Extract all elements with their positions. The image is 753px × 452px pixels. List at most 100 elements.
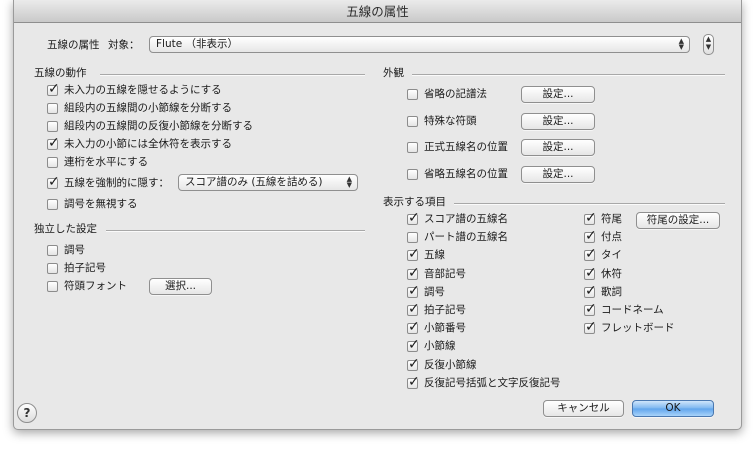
display-item-right-4-label: 歌詞 [601,285,622,298]
display-item-left-1-checkbox[interactable] [407,232,418,244]
appearance-option-1-label: 特殊な符頭 [424,115,477,127]
behavior-option-3-label: 未入力の小節には全休符を表示する [64,138,232,150]
force-hide-value: スコア譜のみ (五線を詰める) [185,176,323,188]
behavior-option-5-label: 五線を強制的に隠す： [64,177,169,189]
staff-attributes-label: 五線の属性 [47,39,100,51]
display-item-right-3-checkbox[interactable]: ✓ [584,265,597,281]
popup-arrows-icon: ▲ ▼ [678,37,684,51]
display-group-title: 表示する項目 [383,196,446,208]
independent-option-0-checkbox[interactable] [47,245,58,256]
appearance-option-0-label: 省略の記譜法 [424,88,487,100]
ok-button[interactable]: OK [632,400,714,417]
behavior-option-0-checkbox[interactable]: ✓ [47,81,60,97]
display-item-right-2-label: タイ [601,249,622,262]
target-staff-select[interactable]: Flute （非表示） ▲ ▼ [149,36,690,53]
checkmark-icon: ✓ [48,135,60,151]
display-item-left-5-checkbox[interactable]: ✓ [407,301,420,317]
independent-option-2-label: 符頭フォント [64,280,127,292]
stem-settings-button[interactable]: 符尾の設定... [636,212,720,229]
appearance-group-title: 外観 [383,67,404,79]
checkmark-icon: ✓ [585,319,597,336]
display-item-right-1-checkbox[interactable]: ✓ [584,228,597,244]
stepper-up-icon[interactable]: ▲ [704,35,713,43]
display-item-right-0-label: 符尾 [601,213,622,225]
behavior-option-2-label: 組段内の五線間の反復小節線を分断する [64,120,253,132]
display-item-left-8-checkbox[interactable]: ✓ [407,356,420,372]
display-item-left-6-checkbox[interactable]: ✓ [407,319,420,335]
behavior-option-2-checkbox[interactable] [47,121,58,132]
appearance-option-2-label: 正式五線名の位置 [424,141,508,153]
behavior-option-3-checkbox[interactable]: ✓ [47,135,60,151]
checkmark-icon: ✓ [585,246,597,263]
display-item-left-4-label: 調号 [424,285,445,298]
stepper-down-icon[interactable]: ▼ [704,43,713,51]
checkmark-icon: ✓ [48,174,60,190]
staff-attributes-dialog: 五線の属性 五線の属性 対象： Flute （非表示） ▲ ▼ ▲ ▼ 五線の動作… [13,0,742,430]
display-item-right-1-label: 付点 [601,231,622,244]
target-label: 対象： [108,39,140,51]
behavior-option-6-checkbox[interactable] [47,199,58,210]
checkmark-icon: ✓ [408,337,420,354]
display-item-right-0-checkbox[interactable]: ✓ [584,210,597,226]
independent-option-1-label: 拍子記号 [64,262,106,274]
display-item-left-2-checkbox[interactable]: ✓ [407,246,420,262]
independent-group-title: 独立した設定 [34,223,97,235]
force-hide-select[interactable]: スコア譜のみ (五線を詰める) ▲ ▼ [178,174,358,191]
display-divider [454,203,725,205]
checkmark-icon: ✓ [408,301,420,317]
display-item-right-4-checkbox[interactable]: ✓ [584,283,597,299]
checkmark-icon: ✓ [408,246,420,263]
independent-option-2-checkbox[interactable] [47,281,58,292]
checkmark-icon: ✓ [408,319,420,336]
appearance-option-3-checkbox[interactable] [407,169,418,180]
appearance-settings-button-1[interactable]: 設定... [521,113,595,130]
behavior-option-6-label: 調号を無視する [64,198,138,210]
behavior-option-1-checkbox[interactable] [47,103,58,114]
display-item-right-5-label: コードネーム [601,304,664,316]
behavior-option-5-checkbox[interactable]: ✓ [47,174,60,190]
display-item-left-7-label: 小節線 [424,340,456,353]
appearance-settings-button-3[interactable]: 設定... [521,166,595,183]
independent-option-0-label: 調号 [64,244,85,256]
display-item-left-9-checkbox[interactable]: ✓ [407,374,420,390]
display-item-left-3-label: 音部記号 [424,267,466,280]
behavior-group-title: 五線の動作 [34,67,87,79]
behavior-option-0-label: 未入力の五線を隠せるようにする [64,84,222,96]
popup-arrows-icon: ▲ ▼ [346,175,352,189]
behavior-option-4-label: 連桁を水平にする [64,156,149,168]
display-item-left-3-checkbox[interactable]: ✓ [407,265,420,281]
display-item-left-2-label: 五線 [424,249,445,262]
select-font-button[interactable]: 選択... [149,278,212,295]
display-item-right-6-checkbox[interactable]: ✓ [584,319,597,335]
appearance-settings-button-2[interactable]: 設定... [521,139,595,156]
display-item-left-4-checkbox[interactable]: ✓ [407,283,420,299]
checkmark-icon: ✓ [408,373,420,390]
checkmark-icon: ✓ [408,210,420,226]
staff-stepper[interactable]: ▲ ▼ [703,34,714,55]
appearance-option-1-checkbox[interactable] [407,116,418,127]
display-item-right-3-label: 休符 [601,267,622,280]
checkmark-icon: ✓ [48,81,60,97]
display-item-left-8-label: 反復小節線 [424,358,477,371]
appearance-settings-button-0[interactable]: 設定... [521,86,595,103]
appearance-option-2-checkbox[interactable] [407,142,418,153]
display-item-left-7-checkbox[interactable]: ✓ [407,337,420,353]
display-item-left-0-checkbox[interactable]: ✓ [407,210,420,226]
display-item-left-9-label: 反復記号括弧と文字反復記号 [424,376,561,389]
behavior-option-4-checkbox[interactable] [47,157,58,168]
checkmark-icon: ✓ [585,228,597,245]
behavior-option-1-label: 組段内の五線間の小節線を分断する [64,102,232,114]
independent-option-1-checkbox[interactable] [47,263,58,274]
display-item-right-5-checkbox[interactable]: ✓ [584,301,597,317]
help-icon[interactable]: ? [17,403,37,423]
appearance-divider [412,74,725,76]
appearance-option-0-checkbox[interactable] [407,89,418,100]
display-item-left-6-label: 小節番号 [424,322,466,335]
window-title: 五線の属性 [14,0,741,23]
cancel-button[interactable]: キャンセル [543,400,624,417]
target-staff-value: Flute （非表示） [156,38,239,50]
display-item-left-0-label: スコア譜の五線名 [424,213,508,225]
checkmark-icon: ✓ [408,355,420,372]
display-item-right-2-checkbox[interactable]: ✓ [584,246,597,262]
checkmark-icon: ✓ [585,282,597,299]
